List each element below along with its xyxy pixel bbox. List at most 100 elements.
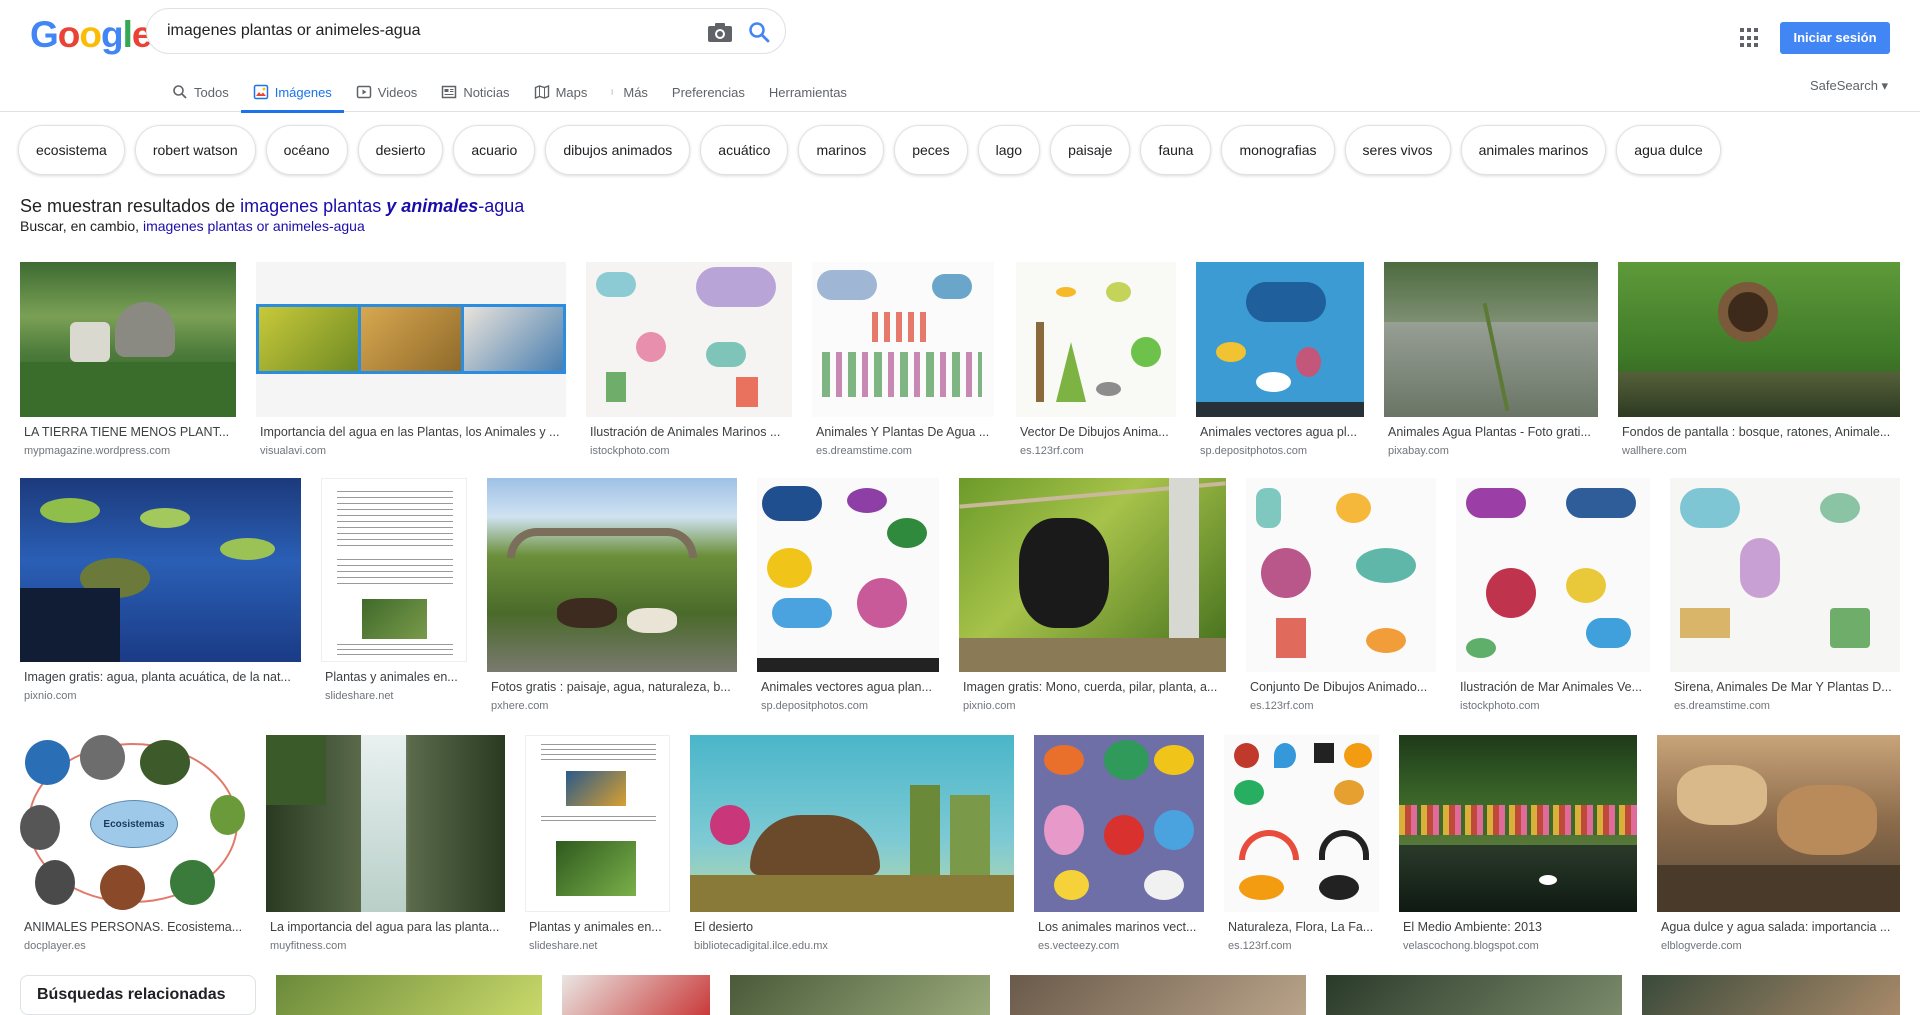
image-result[interactable]: La importancia del agua para las planta.… xyxy=(266,735,505,952)
image-result-partial[interactable] xyxy=(562,975,710,1015)
image-result[interactable]: Animales Y Plantas De Agua ... es.dreams… xyxy=(812,262,994,457)
result-caption[interactable]: Importancia del agua en las Plantas, los… xyxy=(256,425,566,439)
result-caption[interactable]: Fotos gratis : paisaje, agua, naturaleza… xyxy=(487,680,737,694)
tab-mas[interactable]: Más xyxy=(599,72,660,112)
result-caption[interactable]: ANIMALES PERSONAS. Ecosistema... xyxy=(20,920,246,934)
result-thumbnail[interactable] xyxy=(1399,735,1637,912)
tab-noticias[interactable]: Noticias xyxy=(429,72,521,112)
google-logo[interactable]: Google xyxy=(30,14,152,56)
search-icon[interactable] xyxy=(747,20,771,44)
result-thumbnail[interactable] xyxy=(525,735,670,912)
chip[interactable]: marinos xyxy=(798,125,885,175)
image-result[interactable]: Fondos de pantalla : bosque, ratones, An… xyxy=(1618,262,1900,457)
original-query-link[interactable]: imagenes plantas or animeles-agua xyxy=(143,218,365,234)
apps-grid-icon[interactable] xyxy=(1740,28,1760,48)
image-result[interactable]: El Medio Ambiente: 2013 velascochong.blo… xyxy=(1399,735,1637,952)
result-caption[interactable]: Ilustración de Mar Animales Ve... xyxy=(1456,680,1650,694)
image-result[interactable]: Fotos gratis : paisaje, agua, naturaleza… xyxy=(487,478,737,712)
result-thumbnail[interactable] xyxy=(1016,262,1176,417)
result-caption[interactable]: Imagen gratis: Mono, cuerda, pilar, plan… xyxy=(959,680,1226,694)
image-result-partial[interactable] xyxy=(730,975,990,1015)
result-caption[interactable]: Los animales marinos vect... xyxy=(1034,920,1204,934)
chip[interactable]: desierto xyxy=(357,125,444,175)
result-thumbnail[interactable] xyxy=(20,262,236,417)
tab-todos[interactable]: Todos xyxy=(160,72,241,112)
result-thumbnail[interactable] xyxy=(959,478,1226,672)
image-result[interactable]: Agua dulce y agua salada: importancia ..… xyxy=(1657,735,1900,952)
result-thumbnail[interactable] xyxy=(1657,735,1900,912)
result-thumbnail[interactable] xyxy=(812,262,994,417)
search-input[interactable] xyxy=(167,9,687,53)
result-caption[interactable]: Naturaleza, Flora, La Fa... xyxy=(1224,920,1379,934)
image-result[interactable]: Animales vectores agua pl... sp.depositp… xyxy=(1196,262,1364,457)
chip[interactable]: océano xyxy=(265,125,348,175)
image-result[interactable]: LA TIERRA TIENE MENOS PLANT... mypmagazi… xyxy=(20,262,236,457)
image-result-partial[interactable] xyxy=(1642,975,1900,1015)
result-thumbnail[interactable] xyxy=(20,478,301,662)
chip[interactable]: monografias xyxy=(1221,125,1335,175)
result-caption[interactable]: El desierto xyxy=(690,920,1014,934)
result-thumbnail[interactable] xyxy=(690,735,1014,912)
result-thumbnail[interactable] xyxy=(266,735,505,912)
image-result[interactable]: Animales vectores agua plan... sp.deposi… xyxy=(757,478,939,712)
result-thumbnail[interactable] xyxy=(1456,478,1650,672)
safesearch-toggle[interactable]: SafeSearch ▾ xyxy=(1810,78,1888,94)
result-caption[interactable]: LA TIERRA TIENE MENOS PLANT... xyxy=(20,425,236,439)
result-caption[interactable]: Plantas y animales en... xyxy=(321,670,467,684)
image-result[interactable]: Imagen gratis: agua, planta acuática, de… xyxy=(20,478,301,702)
result-caption[interactable]: Ilustración de Animales Marinos ... xyxy=(586,425,792,439)
result-thumbnail[interactable] xyxy=(1618,262,1900,417)
chip[interactable]: paisaje xyxy=(1050,125,1131,175)
result-thumbnail[interactable] xyxy=(1670,478,1900,672)
image-result[interactable]: Imagen gratis: Mono, cuerda, pilar, plan… xyxy=(959,478,1226,712)
chip[interactable]: agua dulce xyxy=(1616,125,1721,175)
chip[interactable]: robert watson xyxy=(134,125,256,175)
image-result[interactable]: Conjunto De Dibujos Animado... es.123rf.… xyxy=(1246,478,1436,712)
result-caption[interactable]: Animales vectores agua plan... xyxy=(757,680,939,694)
result-thumbnail[interactable] xyxy=(586,262,792,417)
result-caption[interactable]: La importancia del agua para las planta.… xyxy=(266,920,505,934)
result-caption[interactable]: Animales Agua Plantas - Foto grati... xyxy=(1384,425,1598,439)
chip[interactable]: acuario xyxy=(453,125,536,175)
result-caption[interactable]: Imagen gratis: agua, planta acuática, de… xyxy=(20,670,301,684)
chip[interactable]: peces xyxy=(894,125,968,175)
chip[interactable]: dibujos animados xyxy=(545,125,691,175)
result-caption[interactable]: Vector De Dibujos Anima... xyxy=(1016,425,1176,439)
image-result[interactable]: Plantas y animales en... slideshare.net xyxy=(525,735,670,952)
result-thumbnail[interactable] xyxy=(1034,735,1204,912)
chip[interactable]: ecosistema xyxy=(18,125,125,175)
result-caption[interactable]: Plantas y animales en... xyxy=(525,920,670,934)
image-result[interactable]: Los animales marinos vect... es.vecteezy… xyxy=(1034,735,1204,952)
result-thumbnail[interactable] xyxy=(1224,735,1379,912)
image-result-partial[interactable] xyxy=(276,975,542,1015)
image-result[interactable]: El desierto bibliotecadigital.ilce.edu.m… xyxy=(690,735,1014,952)
result-caption[interactable]: Agua dulce y agua salada: importancia ..… xyxy=(1657,920,1900,934)
result-caption[interactable]: Conjunto De Dibujos Animado... xyxy=(1246,680,1436,694)
result-thumbnail[interactable] xyxy=(487,478,737,672)
signin-button[interactable]: Iniciar sesión xyxy=(1780,22,1890,54)
result-thumbnail[interactable]: Ecosistemas xyxy=(20,735,246,912)
result-thumbnail[interactable] xyxy=(321,478,467,662)
result-caption[interactable]: El Medio Ambiente: 2013 xyxy=(1399,920,1637,934)
image-result[interactable]: Naturaleza, Flora, La Fa... es.123rf.com xyxy=(1224,735,1379,952)
result-caption[interactable]: Fondos de pantalla : bosque, ratones, An… xyxy=(1618,425,1900,439)
camera-icon[interactable] xyxy=(707,21,733,43)
result-thumbnail[interactable] xyxy=(1196,262,1364,417)
image-result[interactable]: Ilustración de Animales Marinos ... isto… xyxy=(586,262,792,457)
chip[interactable]: animales marinos xyxy=(1460,125,1607,175)
image-result[interactable]: Animales Agua Plantas - Foto grati... pi… xyxy=(1384,262,1598,457)
chip[interactable]: fauna xyxy=(1140,125,1212,175)
image-result[interactable]: Vector De Dibujos Anima... es.123rf.com xyxy=(1016,262,1176,457)
chip[interactable]: seres vivos xyxy=(1344,125,1451,175)
image-result[interactable]: Ilustración de Mar Animales Ve... istock… xyxy=(1456,478,1650,712)
image-result[interactable]: Ecosistemas ANIMALES PERSONAS. Ecosistem… xyxy=(20,735,246,952)
image-result[interactable]: Importancia del agua en las Plantas, los… xyxy=(256,262,566,457)
tab-videos[interactable]: Videos xyxy=(344,72,430,112)
result-thumbnail[interactable] xyxy=(1246,478,1436,672)
result-caption[interactable]: Animales Y Plantas De Agua ... xyxy=(812,425,994,439)
chip[interactable]: lago xyxy=(977,125,1041,175)
result-caption[interactable]: Animales vectores agua pl... xyxy=(1196,425,1364,439)
tab-preferencias[interactable]: Preferencias xyxy=(660,72,757,112)
result-thumbnail[interactable] xyxy=(757,478,939,672)
corrected-query-link[interactable]: imagenes plantas y animales-agua xyxy=(240,196,524,216)
